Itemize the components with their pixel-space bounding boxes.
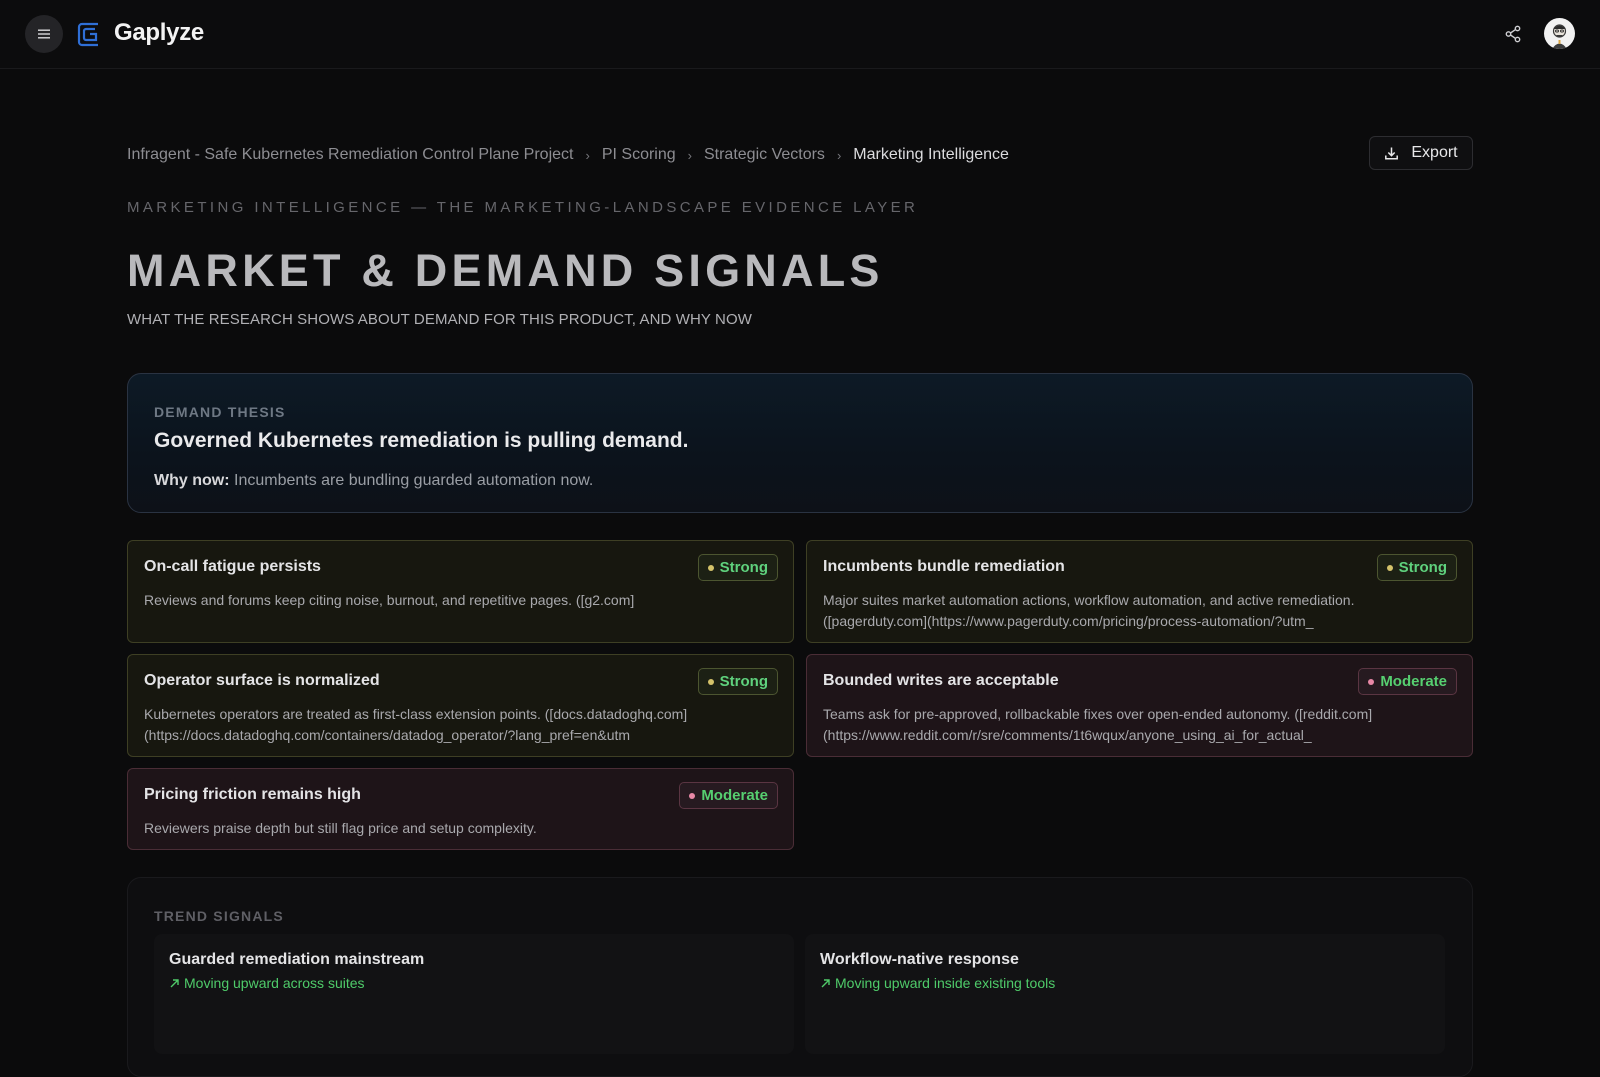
download-icon: [1385, 147, 1399, 160]
chevron-right-icon: ›: [687, 147, 692, 163]
trend-direction-text: Moving upward across suites: [184, 975, 365, 991]
signal-card[interactable]: Incumbents bundle remediation Strong Maj…: [806, 540, 1473, 643]
signal-title: Pricing friction remains high: [144, 786, 361, 803]
breadcrumb-project[interactable]: Infragent - Safe Kubernetes Remediation …: [127, 146, 573, 164]
status-badge-label: Strong: [719, 673, 768, 690]
why-now: Why now: Incumbents are bundling guarded…: [154, 472, 593, 490]
section-eyebrow: MARKETING INTELLIGENCE — THE MARKETING-L…: [127, 199, 919, 216]
signal-title: Operator surface is normalized: [144, 672, 380, 689]
status-badge: Strong: [1376, 554, 1457, 581]
trend-direction: Moving upward across suites: [169, 975, 365, 991]
arrow-up-right-icon: [821, 978, 830, 987]
status-dot-icon: [1368, 678, 1375, 685]
why-now-label: Why now:: [154, 472, 230, 489]
status-badge-label: Moderate: [701, 787, 768, 804]
signal-body: Reviewers praise depth but still flag pr…: [144, 820, 537, 836]
signal-card[interactable]: On-call fatigue persists Strong Reviews …: [127, 540, 794, 643]
demand-thesis-card: DEMAND THESIS Governed Kubernetes remedi…: [127, 373, 1473, 513]
share-icon[interactable]: [1504, 25, 1522, 43]
signal-body: Reviews and forums keep citing noise, bu…: [144, 592, 635, 608]
arrow-up-right-icon: [170, 978, 179, 987]
status-badge-label: Strong: [719, 559, 768, 576]
trend-title: Workflow-native response: [820, 951, 1019, 968]
signal-title: Bounded writes are acceptable: [823, 672, 1059, 689]
signal-body: Kubernetes operators are treated as firs…: [144, 706, 688, 743]
trend-signals-section: TREND SIGNALS Guarded remediation mainst…: [127, 877, 1473, 1077]
status-dot-icon: [689, 792, 696, 799]
status-badge: Strong: [697, 668, 778, 695]
status-badge: Strong: [697, 554, 778, 581]
page-subtitle: WHAT THE RESEARCH SHOWS ABOUT DEMAND FOR…: [127, 311, 752, 328]
signal-title: Incumbents bundle remediation: [823, 558, 1065, 575]
status-dot-icon: [707, 564, 714, 571]
signal-card[interactable]: Operator surface is normalized Strong Ku…: [127, 654, 794, 757]
menu-icon: [38, 29, 50, 39]
breadcrumb-pi-scoring[interactable]: PI Scoring: [602, 146, 676, 164]
breadcrumb-current: Marketing Intelligence: [853, 146, 1009, 163]
signal-body: Major suites market automation actions, …: [823, 592, 1355, 629]
signal-body: Teams ask for pre-approved, rollbackable…: [823, 706, 1373, 743]
status-badge-label: Strong: [1398, 559, 1447, 576]
demand-thesis-label: DEMAND THESIS: [154, 404, 286, 420]
status-dot-icon: [1386, 564, 1393, 571]
breadcrumb-strategic-vectors[interactable]: Strategic Vectors: [704, 146, 825, 164]
signal-card[interactable]: Pricing friction remains high Moderate R…: [127, 768, 794, 850]
export-button[interactable]: Export: [1369, 136, 1473, 170]
chevron-right-icon: ›: [836, 147, 842, 163]
chevron-right-icon: ›: [585, 147, 590, 163]
page-title: MARKET & DEMAND SIGNALS: [127, 245, 884, 296]
trend-title: Guarded remediation mainstream: [169, 951, 425, 968]
status-badge: Moderate: [1358, 668, 1457, 695]
signal-title: On-call fatigue persists: [144, 558, 321, 575]
status-badge-label: Moderate: [1380, 673, 1447, 690]
why-now-text: Incumbents are bundling guarded automati…: [234, 472, 594, 489]
breadcrumb: Infragent - Safe Kubernetes Remediation …: [127, 144, 1009, 166]
status-dot-icon: [707, 678, 714, 685]
trend-card[interactable]: Guarded remediation mainstream Moving up…: [154, 934, 794, 1054]
trend-signals-label: TREND SIGNALS: [154, 908, 284, 924]
trend-direction-text: Moving upward inside existing tools: [835, 975, 1056, 991]
menu-button[interactable]: [25, 15, 63, 53]
export-label: Export: [1411, 144, 1458, 161]
status-badge: Moderate: [679, 782, 778, 809]
avatar-illustration-icon: [1552, 24, 1567, 49]
top-bar: Gaplyze: [0, 0, 1600, 69]
signal-card[interactable]: Bounded writes are acceptable Moderate T…: [806, 654, 1473, 757]
trend-direction: Moving upward inside existing tools: [820, 975, 1055, 991]
brand-name[interactable]: Gaplyze: [114, 19, 204, 47]
gaplyze-logo-icon: [77, 22, 98, 47]
trend-card[interactable]: Workflow-native response Moving upward i…: [805, 934, 1445, 1054]
user-avatar[interactable]: [1544, 18, 1575, 49]
demand-thesis-headline: Governed Kubernetes remediation is pulli…: [154, 429, 689, 452]
